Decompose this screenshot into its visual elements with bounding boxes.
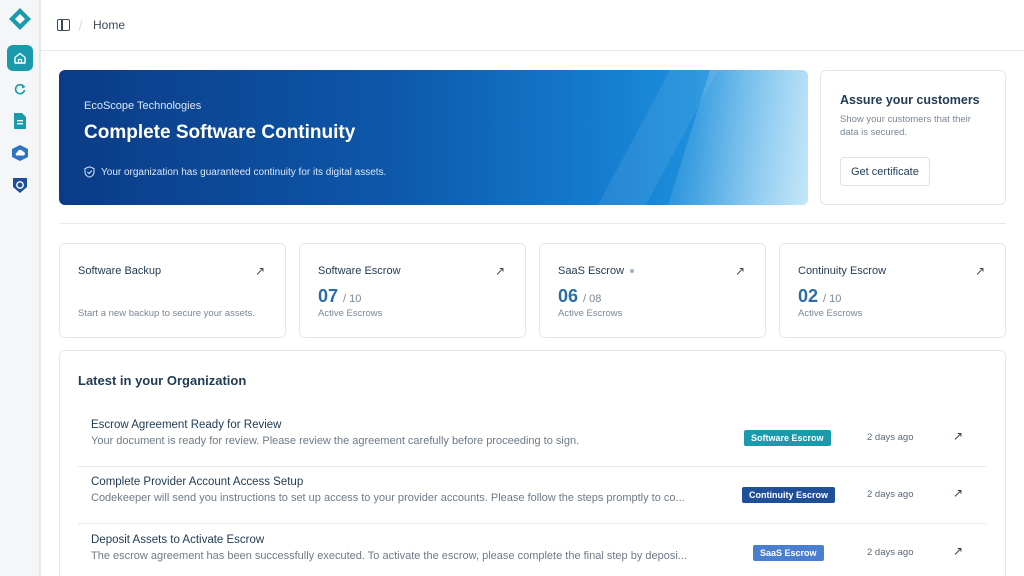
sidebar-rail [0, 0, 40, 576]
cloud-icon [12, 145, 28, 161]
category-badge: Software Escrow [744, 430, 831, 446]
assure-card: Assure your customers Show your customer… [820, 70, 1006, 205]
main-panel: Home EcoScope Technologies Complete Soft… [40, 0, 1024, 576]
item-time: 2 days ago [867, 547, 914, 558]
refresh-icon [14, 83, 26, 95]
item-description: Codekeeper will send you instructions to… [91, 492, 685, 504]
card-title: SaaS Escrow [558, 265, 625, 277]
card-title: Software Backup [78, 265, 162, 277]
nav-documents[interactable] [7, 108, 33, 134]
list-item[interactable]: Deposit Assets to Activate Escrow The es… [78, 525, 986, 576]
item-description: Your document is ready for review. Pleas… [91, 435, 580, 447]
arrow-up-right-icon[interactable]: ↗ [953, 429, 963, 443]
organization-name: EcoScope Technologies [84, 100, 202, 112]
active-count: 07 / 10 [318, 286, 361, 307]
card-title: Software Escrow [318, 265, 401, 277]
arrow-up-right-icon[interactable]: ↗ [975, 264, 985, 278]
card-subtitle: Active Escrows [558, 308, 623, 319]
card-title: Continuity Escrow [798, 265, 887, 277]
card-continuity-escrow[interactable]: Continuity Escrow ↗ 02 / 10 Active Escro… [779, 243, 1006, 338]
hero-title: Complete Software Continuity [84, 122, 356, 143]
card-title-row: SaaS Escrow [558, 265, 635, 277]
card-software-backup[interactable]: Software Backup ↗ Start a new backup to … [59, 243, 286, 338]
item-title: Complete Provider Account Access Setup [91, 476, 304, 488]
breadcrumb-separator [78, 19, 83, 31]
active-value: 07 [318, 286, 339, 306]
hero-banner: EcoScope Technologies Complete Software … [59, 70, 808, 205]
card-subtitle: Active Escrows [798, 308, 863, 319]
nav-refresh[interactable] [7, 76, 33, 102]
card-subtitle: Active Escrows [318, 308, 383, 319]
breadcrumb-home[interactable]: Home [93, 18, 125, 32]
item-description: The escrow agreement has been successful… [91, 550, 687, 562]
category-badge: Continuity Escrow [742, 487, 836, 503]
active-value: 02 [798, 286, 819, 306]
active-count: 06 / 08 [558, 286, 601, 307]
card-saas-escrow[interactable]: SaaS Escrow ↗ 06 / 08 Active Escrows [539, 243, 766, 338]
total-value: / 10 [823, 293, 842, 305]
arrow-up-right-icon[interactable]: ↗ [255, 264, 265, 278]
status-dot-icon [630, 269, 635, 274]
arrow-up-right-icon[interactable]: ↗ [735, 264, 745, 278]
list-item[interactable]: Complete Provider Account Access Setup C… [78, 467, 986, 524]
hero-note: Your organization has guaranteed continu… [84, 166, 386, 178]
active-value: 06 [558, 286, 579, 306]
divider [59, 223, 1006, 224]
get-certificate-button[interactable]: Get certificate [840, 157, 930, 186]
top-bar: Home [41, 0, 1024, 51]
document-icon [14, 113, 26, 129]
latest-title: Latest in your Organization [78, 373, 247, 388]
list-item[interactable]: Escrow Agreement Ready for Review Your d… [78, 410, 986, 467]
item-title: Deposit Assets to Activate Escrow [91, 534, 265, 546]
sidebar-toggle-icon[interactable] [57, 19, 70, 31]
item-time: 2 days ago [867, 489, 914, 500]
total-value: / 08 [583, 293, 602, 305]
card-software-escrow[interactable]: Software Escrow ↗ 07 / 10 Active Escrows [299, 243, 526, 338]
shield-icon [13, 178, 27, 193]
assure-text: Show your customers that their data is s… [840, 114, 971, 138]
nav-security[interactable] [7, 172, 33, 198]
category-badge: SaaS Escrow [753, 545, 824, 561]
arrow-up-right-icon[interactable]: ↗ [495, 264, 505, 278]
total-value: / 10 [343, 293, 362, 305]
arrow-up-right-icon[interactable]: ↗ [953, 486, 963, 500]
arrow-up-right-icon[interactable]: ↗ [953, 544, 963, 558]
item-title: Escrow Agreement Ready for Review [91, 419, 282, 431]
item-time: 2 days ago [867, 432, 914, 443]
logo-icon[interactable] [9, 8, 31, 30]
hero-note-text: Your organization has guaranteed continu… [101, 166, 387, 178]
nav-cloud[interactable] [7, 140, 33, 166]
card-description: Start a new backup to secure your assets… [78, 308, 255, 319]
nav-home[interactable] [7, 45, 33, 71]
home-icon [14, 52, 26, 64]
shield-check-icon [84, 166, 95, 178]
active-count: 02 / 10 [798, 286, 841, 307]
assure-title: Assure your customers [840, 93, 980, 107]
latest-panel: Latest in your Organization Escrow Agree… [59, 350, 1006, 576]
